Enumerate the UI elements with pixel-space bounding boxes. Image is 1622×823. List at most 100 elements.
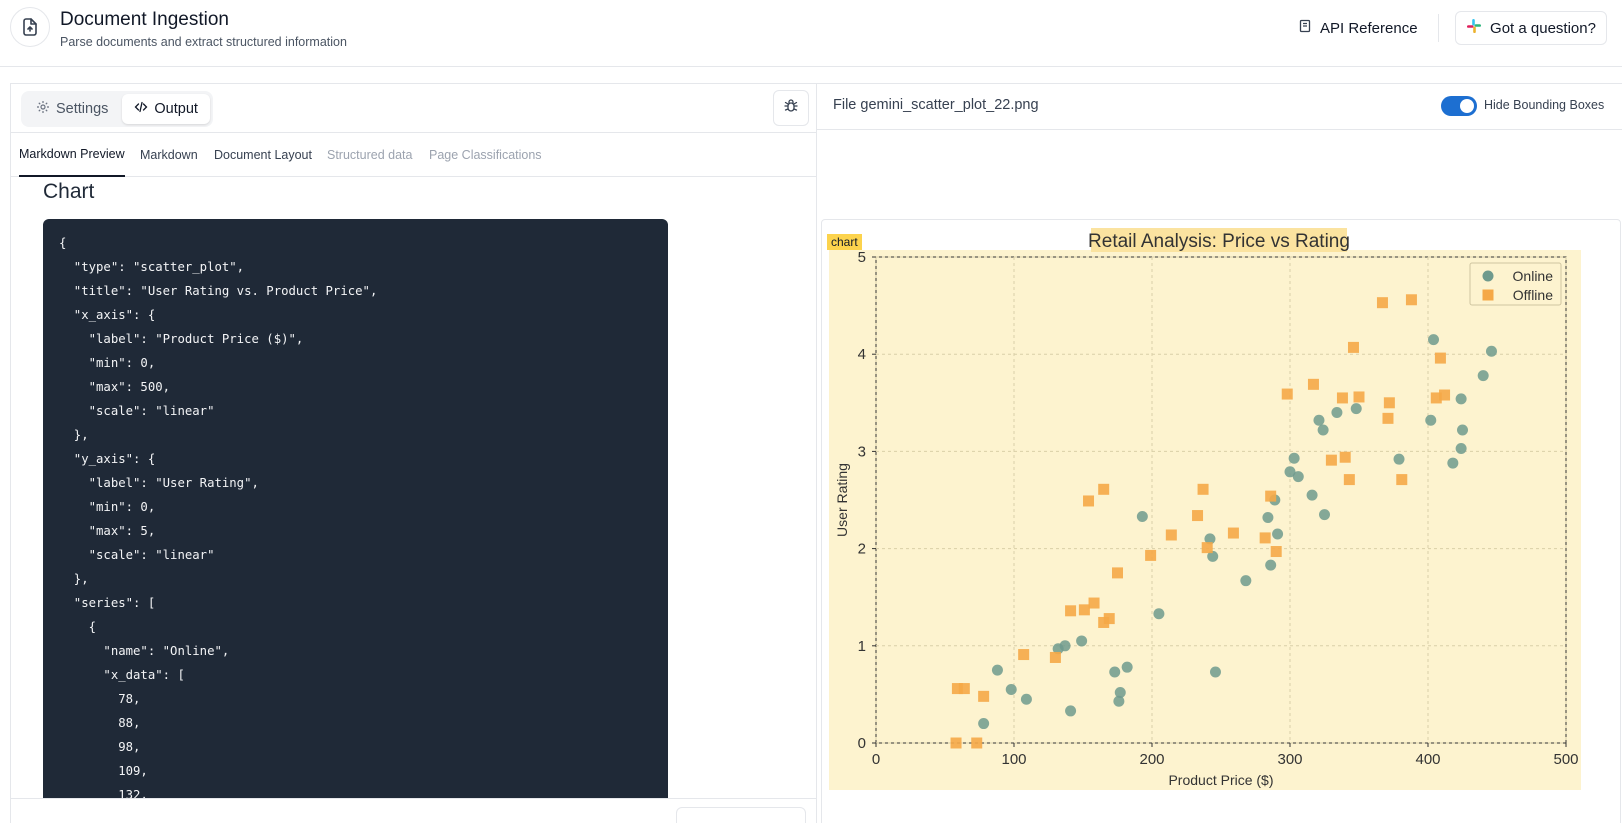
gear-icon [36,100,50,118]
data-point-online [1114,686,1126,698]
x-tick-label: 300 [1277,751,1302,768]
file-name-label: File gemini_scatter_plot_22.png [833,97,1039,113]
x-axis-label: Product Price ($) [1168,772,1273,788]
settings-label: Settings [56,101,109,117]
data-point-online [1065,705,1077,717]
data-point-online [1457,424,1468,436]
tab-document-layout[interactable]: Document Layout [214,133,312,177]
section-heading: Chart [43,180,95,203]
bug-icon [783,98,799,119]
x-tick-label: 400 [1415,751,1440,768]
data-point-offline [1434,352,1446,364]
api-reference-link[interactable]: API Reference [1298,16,1418,40]
code-line: 132, [59,788,148,798]
code-line: 78, [59,692,141,706]
x-tick-label: 200 [1139,751,1164,768]
code-line: { [59,236,67,250]
data-point-offline [1112,567,1123,579]
data-point-offline [1339,451,1351,463]
data-point-offline [1325,454,1337,466]
data-point-offline [1281,388,1293,400]
data-point-offline [1065,605,1077,617]
data-point-offline [1307,378,1319,390]
data-point-online [1319,509,1330,521]
data-point-offline [1078,604,1090,616]
code-line: "min": 0, [59,356,156,370]
y-tick-label: 1 [858,638,866,655]
debug-button[interactable] [773,90,809,126]
x-tick-label: 500 [1553,751,1578,768]
y-tick-label: 5 [858,249,866,266]
data-point-offline [978,690,990,702]
code-line: "scale": "linear" [59,404,215,418]
y-tick-label: 2 [858,541,866,558]
header-divider [1438,14,1439,42]
data-point-online [1109,666,1121,678]
slack-icon [1466,18,1482,38]
data-point-online [1265,559,1277,571]
document-upload-icon[interactable] [10,7,50,47]
question-button[interactable]: Got a question? [1455,11,1607,45]
data-point-online [1240,575,1252,587]
data-point-offline [1083,495,1095,507]
data-point-offline [1439,389,1451,401]
data-point-online [1136,511,1148,523]
data-point-online [1331,407,1343,419]
data-point-offline [1049,651,1061,663]
data-point-online [1428,334,1440,346]
data-point-online [1059,640,1071,652]
data-point-online [1288,452,1300,464]
tab-structured-data[interactable]: Structured data [327,133,412,177]
data-point-offline [1265,490,1277,502]
legend-marker-offline [1482,289,1494,301]
tab-markdown-preview[interactable]: Markdown Preview [19,133,125,177]
y-tick-label: 3 [858,443,866,460]
bottom-bar [11,798,816,823]
data-point-offline [1396,474,1408,486]
output-label: Output [154,101,198,117]
code-line: "max": 5, [59,524,156,538]
data-point-online [1005,684,1017,696]
settings-tab[interactable]: Settings [24,94,120,124]
json-code-block: { "type": "scatter_plot", "title": "User… [43,219,668,798]
data-point-online [978,718,990,730]
code-line: }, [59,572,89,586]
data-point-offline [1145,549,1157,561]
data-point-online [1350,403,1362,415]
hide-bounding-boxes-toggle[interactable] [1441,96,1477,116]
plot-area [875,256,1567,744]
app-header: Document Ingestion Parse documents and e… [0,0,1622,67]
data-point-online [1317,424,1329,436]
legend-label: Offline [1513,287,1553,303]
legend-label: Online [1513,268,1554,284]
tab-page-classifications[interactable]: Page Classifications [429,133,542,177]
x-tick-label: 100 [1001,751,1026,768]
data-point-offline [1383,397,1395,409]
tab-markdown[interactable]: Markdown [140,133,198,177]
data-point-offline [971,737,983,749]
data-point-online [1121,661,1133,673]
chart-title: Retail Analysis: Price vs Rating [1088,231,1350,252]
data-point-offline [1353,391,1365,403]
code-line: 98, [59,740,141,754]
output-tab[interactable]: Output [122,94,210,124]
scatter-chart: 0 100 200 300 400 500 0 1 2 3 4 5 Product Price ($) U… [829,228,1581,790]
image-frame: 0 100 200 300 400 500 0 1 2 3 4 5 Product Price ($) U… [821,219,1621,823]
data-point-online [1306,489,1318,501]
code-line: "x_data": [ [59,668,185,682]
data-point-offline [1018,649,1030,661]
code-line: "scale": "linear" [59,548,215,562]
y-axis-label: User Rating [834,463,850,537]
data-point-offline [1098,483,1110,495]
data-point-online [1272,528,1284,540]
page-title: Document Ingestion [60,9,229,30]
data-point-offline [1343,474,1355,486]
code-line: "label": "User Rating", [59,476,259,490]
book-icon [1298,19,1312,37]
output-tabs: Markdown Preview Markdown Document Layou… [11,133,816,177]
y-tick-label: 0 [858,735,866,752]
data-point-online [1485,345,1497,357]
data-point-offline [1347,341,1359,353]
code-line: "min": 0, [59,500,156,514]
data-point-offline [950,737,962,749]
